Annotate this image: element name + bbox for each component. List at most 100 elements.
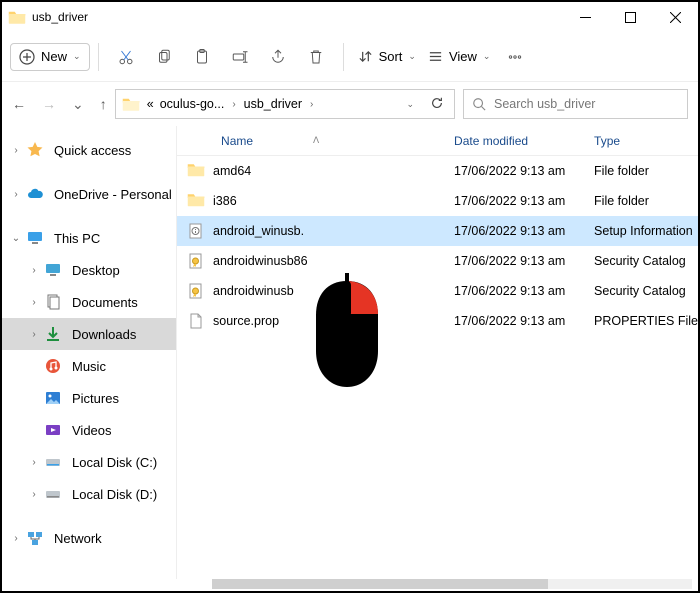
chevron-right-icon: › <box>307 99 316 110</box>
disk-icon <box>44 453 62 471</box>
search-placeholder: Search usb_driver <box>494 97 595 111</box>
sidebar-item-label: This PC <box>54 231 100 246</box>
main-area: › Quick access › OneDrive - Personal ⌄ T… <box>2 126 698 579</box>
file-date: 17/06/2022 9:13 am <box>442 224 582 238</box>
file-type: PROPERTIES File <box>582 314 698 328</box>
file-list: amd6417/06/2022 9:13 amFile folderi38617… <box>177 156 698 336</box>
chevron-down-icon[interactable]: ⌄ <box>10 233 22 244</box>
column-label: Date modified <box>454 134 528 148</box>
history-dropdown[interactable]: ⌄ <box>72 96 84 113</box>
sidebar-item-quick-access[interactable]: › Quick access <box>2 134 176 166</box>
view-button[interactable]: View ⌄ <box>422 44 497 69</box>
more-button[interactable] <box>496 39 534 75</box>
sidebar-item-documents[interactable]: › Documents <box>2 286 176 318</box>
forward-button[interactable]: → <box>42 96 56 112</box>
chevron-right-icon[interactable]: › <box>28 457 40 468</box>
column-header-name[interactable]: Name ᐱ <box>177 134 442 148</box>
downloads-icon <box>44 325 62 343</box>
breadcrumb-overflow[interactable]: « <box>146 97 155 111</box>
file-name: androidwinusb86 <box>213 254 308 268</box>
chevron-right-icon[interactable]: › <box>10 533 22 544</box>
sidebar-item-desktop[interactable]: › Desktop <box>2 254 176 286</box>
up-button[interactable]: ↑ <box>100 96 107 112</box>
toolbar: New ⌄ Sort ⌄ View ⌄ <box>2 32 698 82</box>
pictures-icon <box>44 389 62 407</box>
file-name: source.prop <box>213 314 279 328</box>
file-row[interactable]: android_winusb.17/06/2022 9:13 amSetup I… <box>177 216 698 246</box>
file-type-icon <box>187 282 205 300</box>
file-type: Security Catalog <box>582 284 698 298</box>
copy-button[interactable] <box>145 39 183 75</box>
rename-button[interactable] <box>221 39 259 75</box>
chevron-right-icon[interactable]: › <box>28 329 40 340</box>
documents-icon <box>44 293 62 311</box>
sidebar-item-pictures[interactable]: › Pictures <box>2 382 176 414</box>
file-date: 17/06/2022 9:13 am <box>442 164 582 178</box>
sidebar-item-label: Desktop <box>72 263 120 278</box>
view-label: View <box>449 49 477 64</box>
back-button[interactable]: ← <box>12 96 26 112</box>
file-type-icon <box>187 162 205 180</box>
nav-arrows: ← → ⌄ ↑ <box>12 96 107 113</box>
horizontal-scrollbar[interactable] <box>212 579 692 589</box>
sidebar-item-label: Pictures <box>72 391 119 406</box>
sidebar-item-label: Network <box>54 531 102 546</box>
refresh-button[interactable] <box>424 96 450 113</box>
sidebar-item-label: Music <box>72 359 106 374</box>
pc-icon <box>26 229 44 247</box>
window-title: usb_driver <box>32 10 563 24</box>
sidebar-item-onedrive[interactable]: › OneDrive - Personal <box>2 178 176 210</box>
file-type: File folder <box>582 194 698 208</box>
sidebar-item-downloads[interactable]: › Downloads <box>2 318 176 350</box>
window-controls <box>563 2 698 32</box>
minimize-button[interactable] <box>563 2 608 32</box>
network-icon <box>26 529 44 547</box>
search-input[interactable]: Search usb_driver <box>463 89 688 119</box>
chevron-right-icon[interactable]: › <box>28 297 40 308</box>
breadcrumb-item[interactable]: usb_driver <box>243 97 303 111</box>
sidebar-item-disk-c[interactable]: › Local Disk (C:) <box>2 446 176 478</box>
sidebar-item-music[interactable]: › Music <box>2 350 176 382</box>
new-button[interactable]: New ⌄ <box>10 43 90 71</box>
file-name: androidwinusb <box>213 284 294 298</box>
file-row[interactable]: androidwinusb8617/06/2022 9:13 amSecurit… <box>177 246 698 276</box>
cut-button[interactable] <box>107 39 145 75</box>
chevron-right-icon[interactable]: › <box>28 265 40 276</box>
file-row[interactable]: i38617/06/2022 9:13 amFile folder <box>177 186 698 216</box>
chevron-down-icon: ⌄ <box>73 51 81 62</box>
column-header-date[interactable]: Date modified <box>442 134 582 148</box>
file-name: i386 <box>213 194 237 208</box>
folder-icon <box>8 8 26 26</box>
paste-button[interactable] <box>183 39 221 75</box>
file-row[interactable]: amd6417/06/2022 9:13 amFile folder <box>177 156 698 186</box>
delete-button[interactable] <box>297 39 335 75</box>
sidebar-item-network[interactable]: › Network <box>2 522 176 554</box>
chevron-right-icon[interactable]: › <box>10 145 22 156</box>
cloud-icon <box>26 185 44 203</box>
sidebar-item-label: OneDrive - Personal <box>54 187 172 202</box>
sidebar-item-disk-d[interactable]: › Local Disk (D:) <box>2 478 176 510</box>
file-name: amd64 <box>213 164 251 178</box>
address-bar[interactable]: « oculus-go... › usb_driver › ⌄ <box>115 89 455 119</box>
sidebar-item-label: Quick access <box>54 143 131 158</box>
chevron-down-icon: ⌄ <box>408 51 416 62</box>
file-row[interactable]: androidwinusb 17/06/2022 9:13 amSecurity … <box>177 276 698 306</box>
file-date: 17/06/2022 9:13 am <box>442 314 582 328</box>
chevron-right-icon[interactable]: › <box>28 489 40 500</box>
sidebar-item-this-pc[interactable]: ⌄ This PC <box>2 222 176 254</box>
music-icon <box>44 357 62 375</box>
sidebar: › Quick access › OneDrive - Personal ⌄ T… <box>2 126 176 579</box>
chevron-right-icon[interactable]: › <box>10 189 22 200</box>
close-button[interactable] <box>653 2 698 32</box>
sort-button[interactable]: Sort ⌄ <box>352 44 422 69</box>
file-type-icon <box>187 222 205 240</box>
column-label: Type <box>594 134 620 148</box>
breadcrumb-item[interactable]: oculus-go... <box>159 97 226 111</box>
maximize-button[interactable] <box>608 2 653 32</box>
column-header-type[interactable]: Type <box>582 134 698 148</box>
file-row[interactable]: source.prop 17/06/2022 9:13 amPROPERTIES … <box>177 306 698 336</box>
address-dropdown[interactable]: ⌄ <box>400 99 420 110</box>
file-date: 17/06/2022 9:13 am <box>442 284 582 298</box>
sidebar-item-videos[interactable]: › Videos <box>2 414 176 446</box>
share-button[interactable] <box>259 39 297 75</box>
